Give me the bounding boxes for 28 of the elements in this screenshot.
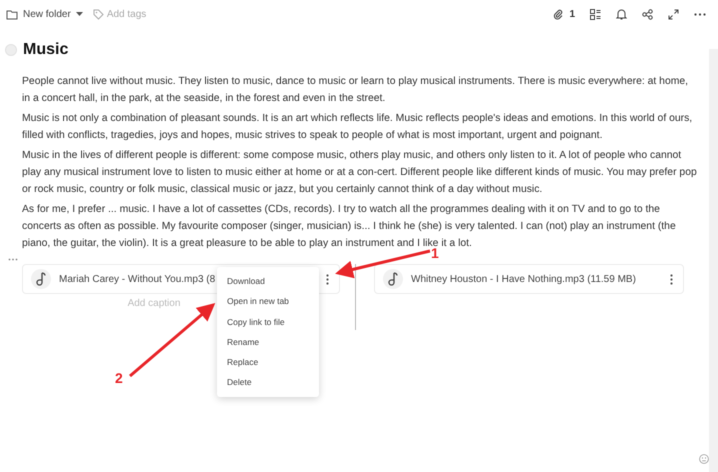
scrollbar[interactable] — [709, 49, 718, 472]
menu-item[interactable]: Rename — [217, 332, 319, 352]
folder-dropdown[interactable]: New folder — [6, 6, 83, 22]
attachments-button[interactable]: 1 — [551, 6, 577, 22]
folder-icon — [6, 8, 18, 20]
menu-item[interactable]: Delete — [217, 372, 319, 393]
paragraph: Music in the lives of different people is different: some compose music, others play music, and others only listen to it. A lot of people who cannot play any musical instrument love to listen to music either at home or at a con-cert. Different people like different kinds of music. You may prefer pop or rock music, country or folk music, classical music or jazz, but you certainly cannot think of a day without music. — [22, 149, 697, 197]
music-note-icon — [383, 269, 403, 289]
feedback-icon[interactable] — [699, 454, 709, 464]
paragraph: People cannot live without music. They listen to music, dance to music or learn to play musical instruments. There is music everywhere: at home, in a concert hall, in the park, at the seaside, in the forest and even in the street. — [22, 75, 690, 106]
music-note-icon — [31, 269, 51, 289]
menu-item[interactable]: Replace — [217, 352, 319, 372]
drag-handle-icon[interactable] — [8, 258, 18, 261]
kebab-menu-icon[interactable] — [668, 274, 675, 284]
kebab-menu-icon[interactable] — [324, 274, 331, 284]
outline-icon[interactable] — [588, 6, 603, 22]
menu-item[interactable]: Download — [217, 271, 319, 292]
menu-item[interactable]: Open in new tab — [217, 291, 319, 312]
page-title: Music — [23, 41, 68, 59]
annotation-number: 2 — [115, 370, 123, 386]
menu-item[interactable]: Copy link to file — [217, 312, 319, 332]
paperclip-icon — [553, 8, 564, 20]
paragraph: Music is not only a combination of pleasant sounds. It is an art which reflects life. Music reflects people's ideas and emotions. In this world of ours, filled with conflicts, tragedies, joys and hopes, music strives to speak to people of what is most important, urgent and poignant. — [22, 112, 694, 143]
caret-icon — [76, 12, 83, 16]
audio-file-card[interactable]: Whitney Houston - I Have Nothing.mp3 (11.59 MB) — [374, 264, 684, 294]
file-name: Mariah Carey - Without You.mp3 (8 — [59, 274, 216, 284]
file-name: Whitney Houston - I Have Nothing.mp3 (11.59 MB) — [411, 274, 637, 284]
tag-icon — [92, 8, 104, 20]
